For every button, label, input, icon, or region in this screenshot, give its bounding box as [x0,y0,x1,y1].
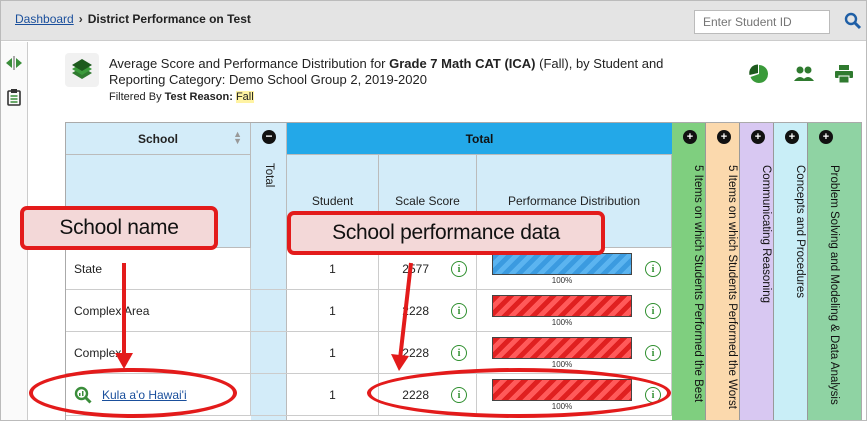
report-window: Dashboard›District Performance on Test A… [0,0,867,421]
school-data-callout: School performance data [287,211,605,255]
school-name-callout: School name [20,206,218,250]
school-data-highlight [367,368,671,418]
school-name-highlight [29,368,237,418]
